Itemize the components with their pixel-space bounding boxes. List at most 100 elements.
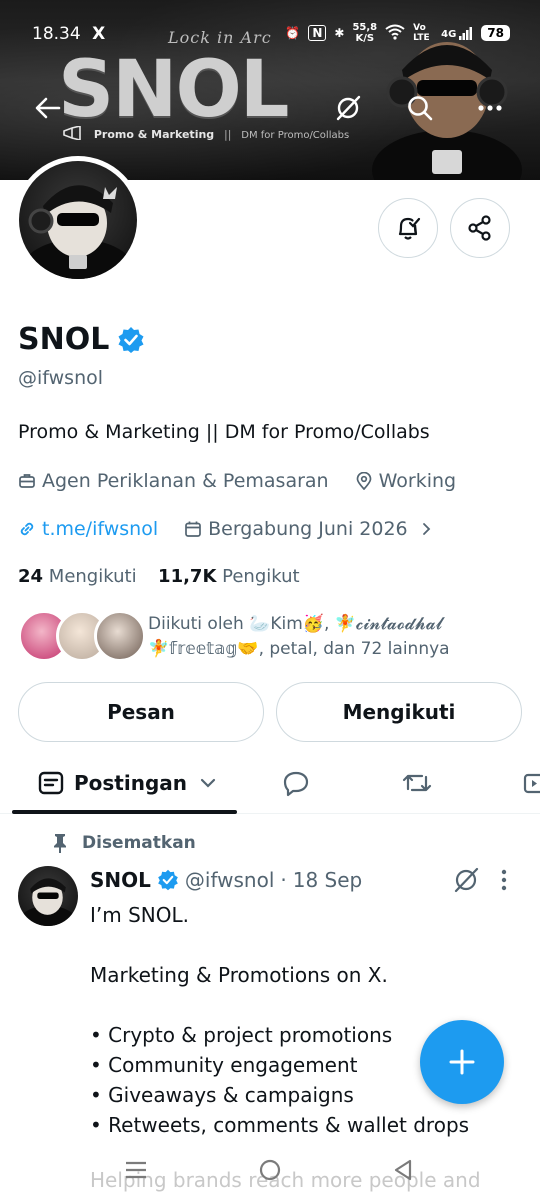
home-button[interactable] bbox=[258, 1158, 282, 1188]
following-count: 24 bbox=[18, 566, 44, 587]
profile-handle: @ifwsnol bbox=[18, 367, 104, 389]
post-dot-separator: · bbox=[280, 868, 287, 892]
signal-label: 4G bbox=[441, 29, 457, 40]
followed-by-line-2: 🧚𝕗𝕣𝕖𝕖𝕥𝕒𝕘🤝, petal, dan 72 lainnya bbox=[148, 639, 450, 659]
pinned-label: Disematkan bbox=[82, 833, 196, 853]
back-triangle-icon bbox=[394, 1159, 412, 1181]
verified-badge-icon bbox=[158, 869, 178, 891]
repost-icon bbox=[402, 774, 432, 792]
status-icons: ⏰ N ✱ 55,8 K/S Vo LTE 4G 78 bbox=[285, 22, 510, 44]
profile-category[interactable]: Agen Periklanan & Pemasaran bbox=[42, 470, 329, 492]
post-line: • Retweets, comments & wallet drops bbox=[90, 1113, 470, 1137]
search-button[interactable] bbox=[402, 90, 438, 126]
post-author-name[interactable]: SNOL bbox=[90, 868, 151, 892]
banner-tagline: Promo & Marketing || DM for Promo/Collab… bbox=[62, 124, 350, 142]
plus-icon bbox=[449, 1049, 475, 1075]
profile-joined-date: Bergabung Juni 2026 bbox=[208, 518, 408, 540]
profile-location: Working bbox=[378, 470, 457, 492]
post-grok-button[interactable] bbox=[452, 866, 480, 898]
profile-name-text: SNOL bbox=[18, 322, 110, 357]
post-line: I’m SNOL. bbox=[90, 903, 189, 927]
nfc-icon: N bbox=[308, 25, 327, 41]
x-logo-icon: X bbox=[92, 24, 106, 44]
status-bar: 18.34 X ⏰ N ✱ 55,8 K/S Vo LTE 4G 78 bbox=[0, 20, 540, 50]
post-date[interactable]: 18 Sep bbox=[293, 868, 363, 892]
megaphone-icon bbox=[63, 124, 81, 142]
posts-icon bbox=[38, 771, 64, 795]
volte-label: Vo LTE bbox=[413, 23, 430, 43]
more-vertical-icon bbox=[501, 869, 507, 891]
following-label: Mengikuti bbox=[48, 566, 137, 587]
post-line: Marketing & Promotions on X. bbox=[90, 963, 388, 987]
profile-meta-row-2: t.me/ifwsnol Bergabung Juni 2026 bbox=[18, 518, 434, 540]
avatar-illustration bbox=[20, 185, 136, 279]
avatar-image bbox=[19, 161, 137, 279]
profile-name: SNOL bbox=[18, 322, 145, 357]
menu-icon bbox=[126, 1161, 146, 1179]
follower-avatar-3 bbox=[94, 610, 146, 662]
followed-by-line-1: Diikuti oleh 🦢Kim🥳, 🧚𝓬𝓲𝓷𝓽𝓪𝓸𝓭𝓱𝓪𝓵 bbox=[148, 614, 443, 634]
following-stat[interactable]: 24 Mengikuti bbox=[18, 566, 137, 587]
tab-posts[interactable]: Postingan bbox=[38, 752, 217, 814]
network-speed: 55,8 K/S bbox=[352, 22, 377, 44]
share-icon bbox=[468, 215, 491, 241]
bluetooth-icon: ✱ bbox=[334, 26, 345, 40]
verified-badge-icon[interactable] bbox=[117, 326, 145, 354]
link-icon bbox=[20, 522, 34, 536]
back-button[interactable] bbox=[30, 90, 66, 126]
post-avatar-illustration bbox=[18, 878, 78, 926]
tab-posts-label: Postingan bbox=[74, 771, 188, 795]
alarm-icon: ⏰ bbox=[285, 26, 301, 40]
more-options-button[interactable] bbox=[472, 90, 508, 126]
banner-brand-text: SNOL bbox=[58, 45, 289, 135]
signal-bars-icon bbox=[459, 27, 473, 40]
signal-group: 4G bbox=[441, 26, 473, 40]
followers-label: Pengikut bbox=[222, 566, 300, 587]
followers-count: 11,7K bbox=[158, 566, 217, 587]
network-speed-unit: K/S bbox=[355, 33, 375, 44]
profile-meta-row-1: Agen Periklanan & Pemasaran Working bbox=[18, 470, 456, 492]
post-author-handle[interactable]: @ifwsnol bbox=[185, 868, 275, 892]
post-line bbox=[90, 990, 520, 1020]
following-button[interactable]: Mengikuti bbox=[276, 682, 522, 742]
tab-media[interactable] bbox=[522, 752, 540, 814]
banner-tagline-sep: || bbox=[224, 128, 232, 141]
system-navigation-bar bbox=[0, 1150, 540, 1200]
search-icon bbox=[408, 96, 433, 121]
profile-avatar[interactable] bbox=[14, 156, 142, 284]
post-author-avatar[interactable] bbox=[18, 866, 78, 926]
system-back-button[interactable] bbox=[392, 1158, 414, 1188]
grok-icon bbox=[336, 95, 361, 121]
menu-button[interactable] bbox=[124, 1158, 148, 1186]
share-button[interactable] bbox=[450, 198, 510, 258]
reply-icon bbox=[283, 771, 309, 797]
chevron-right-icon[interactable] bbox=[420, 522, 434, 536]
notifications-button[interactable] bbox=[378, 198, 438, 258]
grok-icon bbox=[454, 867, 479, 893]
profile-tabs: Postingan bbox=[0, 752, 540, 814]
wifi-icon bbox=[385, 24, 405, 43]
network-speed-value: 55,8 bbox=[352, 22, 378, 33]
banner-tagline-text: Promo & Marketing bbox=[93, 128, 215, 141]
chevron-down-icon bbox=[200, 778, 216, 788]
profile-link[interactable]: t.me/ifwsnol bbox=[42, 518, 158, 540]
followed-by-text: Diikuti oleh 🦢Kim🥳, 🧚𝓬𝓲𝓷𝓽𝓪𝓸𝓭𝓱𝓪𝓵 🧚𝕗𝕣𝕖𝕖𝕥𝕒𝕘… bbox=[148, 612, 450, 662]
battery-indicator: 78 bbox=[481, 25, 510, 41]
post-header: SNOL @ifwsnol · 18 Sep bbox=[90, 868, 362, 892]
tab-replies[interactable] bbox=[282, 752, 310, 814]
followers-stat[interactable]: 11,7K Pengikut bbox=[158, 566, 300, 587]
home-circle-icon bbox=[259, 1159, 281, 1181]
grok-button[interactable] bbox=[330, 90, 366, 126]
followed-by-section[interactable]: Diikuti oleh 🦢Kim🥳, 🧚𝓬𝓲𝓷𝓽𝓪𝓸𝓭𝓱𝓪𝓵 🧚𝕗𝕣𝕖𝕖𝕥𝕒𝕘… bbox=[18, 610, 538, 666]
media-icon bbox=[523, 773, 540, 794]
profile-bio: Promo & Marketing || DM for Promo/Collab… bbox=[18, 421, 430, 443]
compose-post-button[interactable] bbox=[420, 1020, 504, 1104]
post-line bbox=[90, 930, 520, 960]
tab-reposts[interactable] bbox=[402, 752, 432, 814]
message-button[interactable]: Pesan bbox=[18, 682, 264, 742]
banner-tagline-dm: DM for Promo/Collabs bbox=[241, 130, 350, 141]
active-tab-indicator bbox=[12, 810, 237, 814]
pin-icon bbox=[54, 834, 66, 853]
post-more-button[interactable] bbox=[500, 868, 508, 896]
calendar-icon bbox=[185, 521, 201, 537]
